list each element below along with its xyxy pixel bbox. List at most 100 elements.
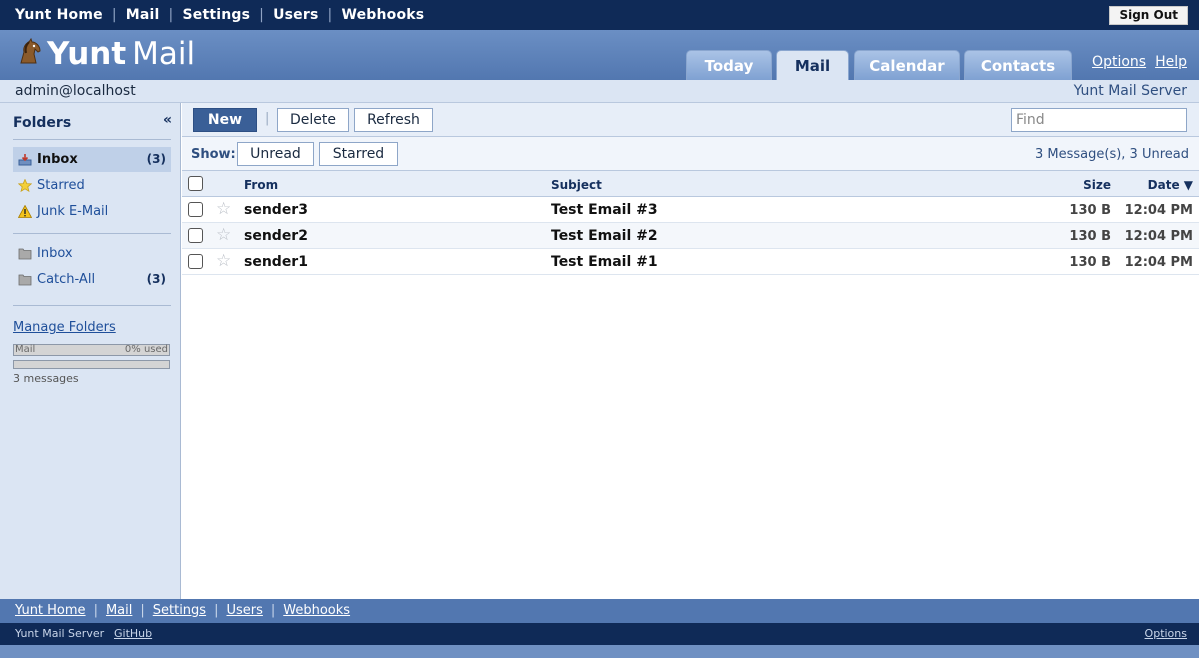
warning-icon — [18, 205, 32, 218]
divider — [13, 139, 171, 140]
message-date: 12:04 PM — [1124, 203, 1193, 218]
row-checkbox[interactable] — [188, 254, 203, 269]
nav-link-webhooks[interactable]: Webhooks — [341, 7, 424, 23]
star-icon[interactable]: ☆ — [216, 225, 231, 245]
footer-link-mail[interactable]: Mail — [106, 603, 132, 618]
top-nav-bar: Yunt Home | Mail | Settings | Users | Webhooks S… — [0, 0, 1199, 30]
tab-calendar[interactable]: Calendar — [854, 50, 960, 80]
quota-progress-bar — [13, 360, 170, 369]
filter-unread-button[interactable]: Unread — [237, 142, 314, 166]
star-icon[interactable]: ☆ — [216, 251, 231, 271]
server-name: Yunt Mail Server — [1073, 83, 1187, 99]
star-icon[interactable]: ☆ — [216, 199, 231, 219]
logo-product: Mail — [132, 36, 196, 72]
sidebar-item-catch-all[interactable]: Catch-All (3) — [13, 267, 171, 292]
new-message-button[interactable]: New — [193, 108, 257, 132]
footer-link-yunt-home[interactable]: Yunt Home — [15, 603, 86, 618]
inbox-icon — [18, 154, 32, 166]
message-count: 3 messages — [13, 372, 79, 385]
tab-mail[interactable]: Mail — [776, 50, 849, 80]
footer-link-users[interactable]: Users — [226, 603, 262, 618]
unread-count: (3) — [146, 272, 166, 286]
message-from: sender3 — [244, 202, 308, 218]
folder-icon — [18, 248, 32, 260]
column-size[interactable]: Size — [1083, 178, 1111, 192]
footer-strip — [0, 645, 1199, 658]
help-link[interactable]: Help — [1155, 54, 1187, 70]
table-row[interactable]: ☆ sender3 Test Email #3 130 B 12:04 PM — [182, 197, 1199, 223]
sidebar-item-starred[interactable]: Starred — [13, 173, 171, 198]
quota-used: 0% used — [124, 344, 168, 355]
folders-heading: Folders — [13, 115, 72, 131]
sign-out-button[interactable]: Sign Out — [1109, 6, 1188, 25]
sidebar-item-label: Catch-All — [37, 272, 96, 287]
message-from: sender2 — [244, 228, 308, 244]
find-input[interactable] — [1011, 108, 1187, 132]
toolbar-separator: | — [265, 111, 270, 126]
message-subject: Test Email #2 — [551, 228, 658, 244]
unread-count: (3) — [146, 152, 166, 166]
message-date: 12:04 PM — [1124, 255, 1193, 270]
logo-brand: Yunt — [47, 36, 127, 72]
tab-contacts[interactable]: Contacts — [964, 50, 1072, 80]
filter-starred-button[interactable]: Starred — [319, 142, 398, 166]
message-date: 12:04 PM — [1124, 229, 1193, 244]
footer-link-webhooks[interactable]: Webhooks — [283, 603, 350, 618]
sidebar-item-inbox[interactable]: Inbox (3) — [13, 147, 171, 172]
column-date[interactable]: Date ▼ — [1148, 178, 1193, 192]
nav-link-settings[interactable]: Settings — [182, 7, 250, 23]
account-user: admin@localhost — [15, 83, 136, 99]
table-row[interactable]: ☆ sender1 Test Email #1 130 B 12:04 PM — [182, 249, 1199, 275]
message-subject: Test Email #3 — [551, 202, 658, 218]
sidebar-item-user-inbox[interactable]: Inbox — [13, 241, 171, 266]
quota-label: Mail — [15, 344, 36, 355]
divider — [13, 233, 171, 234]
mail-toolbar: New | Delete Refresh — [182, 103, 1199, 137]
message-summary: 3 Message(s), 3 Unread — [1035, 147, 1189, 162]
row-checkbox[interactable] — [188, 202, 203, 217]
table-row[interactable]: ☆ sender2 Test Email #2 130 B 12:04 PM — [182, 223, 1199, 249]
top-nav-links: Yunt Home | Mail | Settings | Users | Webhooks — [15, 7, 425, 23]
refresh-button[interactable]: Refresh — [354, 108, 433, 132]
banner-links: Options Help — [1083, 54, 1187, 70]
message-subject: Test Email #1 — [551, 254, 658, 270]
message-size: 130 B — [1069, 229, 1111, 244]
folder-icon — [18, 274, 32, 286]
tab-today[interactable]: Today — [686, 50, 772, 80]
sidebar-item-junk-email[interactable]: Junk E-Mail — [13, 199, 171, 224]
filter-bar: Show: Unread Starred 3 Message(s), 3 Unr… — [182, 137, 1199, 171]
star-icon — [18, 179, 32, 192]
footer-meta: Yunt Mail Server GitHub Options — [0, 623, 1199, 645]
folders-sidebar: Folders « Inbox (3) Starred Junk E-Mail … — [0, 103, 181, 599]
header-banner: Yunt Mail Today Mail Calendar Contacts Op… — [0, 30, 1199, 80]
message-from: sender1 — [244, 254, 308, 270]
mail-main-panel: New | Delete Refresh Show: Unread Starre… — [182, 103, 1199, 599]
message-size: 130 B — [1069, 203, 1111, 218]
column-from[interactable]: From — [244, 178, 278, 192]
delete-button[interactable]: Delete — [277, 108, 349, 132]
nav-link-yunt-home[interactable]: Yunt Home — [15, 7, 103, 23]
message-table-header: From Subject Size Date ▼ — [182, 171, 1199, 197]
message-size: 130 B — [1069, 255, 1111, 270]
divider — [13, 305, 171, 306]
nav-link-users[interactable]: Users — [273, 7, 318, 23]
collapse-sidebar-button[interactable]: « — [163, 112, 172, 128]
sidebar-item-label: Inbox — [37, 152, 78, 167]
show-label: Show: — [191, 147, 236, 162]
options-link[interactable]: Options — [1092, 54, 1146, 70]
horse-logo-icon — [20, 38, 41, 64]
footer-server-name: Yunt Mail Server — [15, 627, 105, 640]
manage-folders-link[interactable]: Manage Folders — [13, 320, 116, 335]
footer-nav: Yunt Home | Mail | Settings | Users | Webhooks — [0, 599, 1199, 623]
yunt-mail-logo[interactable]: Yunt Mail — [16, 36, 195, 72]
github-link[interactable]: GitHub — [114, 627, 152, 640]
row-checkbox[interactable] — [188, 228, 203, 243]
account-strip: admin@localhost Yunt Mail Server — [0, 80, 1199, 103]
footer-link-settings[interactable]: Settings — [153, 603, 206, 618]
column-subject[interactable]: Subject — [551, 178, 602, 192]
nav-link-mail[interactable]: Mail — [126, 7, 160, 23]
select-all-checkbox[interactable] — [188, 176, 203, 191]
sidebar-item-label: Inbox — [37, 246, 73, 261]
footer-options-link[interactable]: Options — [1145, 627, 1187, 640]
mail-quota-bar: Mail 0% used — [13, 344, 170, 356]
